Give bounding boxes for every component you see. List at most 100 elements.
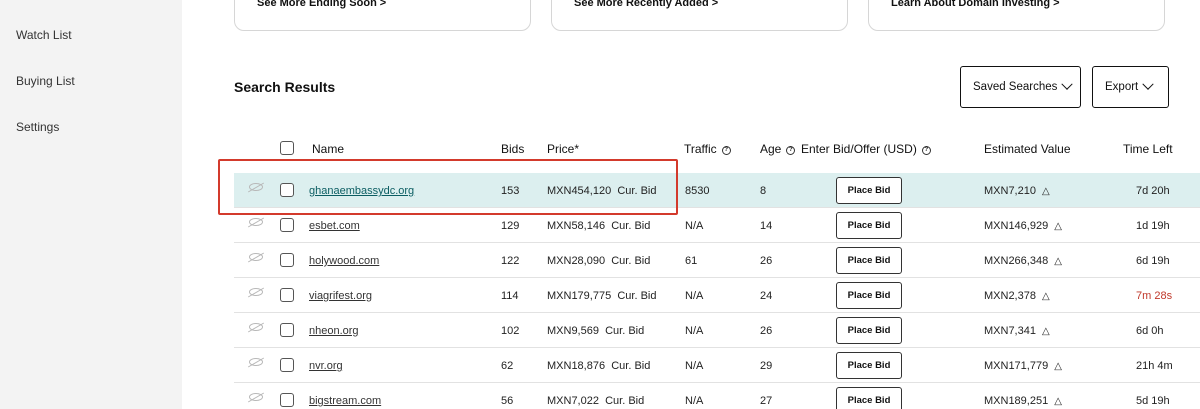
warning-icon[interactable]: △ [1042, 186, 1050, 197]
hide-eye-icon[interactable] [249, 393, 263, 401]
traffic-value: N/A [685, 220, 704, 232]
info-icon[interactable]: ? [921, 146, 931, 155]
sidebar-item-buying-list[interactable]: Buying List [16, 74, 75, 88]
domain-investing-card: Learn About Domain Investing > [868, 0, 1165, 31]
place-bid-button[interactable]: Place Bid [836, 247, 902, 274]
column-header-estimated-value[interactable]: Estimated Value [984, 142, 1071, 156]
row-checkbox[interactable] [280, 218, 294, 232]
domain-name-link[interactable]: esbet.com [309, 220, 360, 232]
warning-icon[interactable]: △ [1042, 326, 1050, 337]
bids-count: 129 [501, 220, 520, 232]
column-header-bids[interactable]: Bids [501, 142, 524, 156]
warning-icon[interactable]: △ [1054, 256, 1062, 267]
estimated-value: MXN146,929 △ [984, 220, 1062, 232]
price-value: MXN18,876 Cur. Bid [547, 360, 651, 372]
column-header-age[interactable]: Age? [760, 142, 796, 156]
sidebar-item-watch-list[interactable]: Watch List [16, 28, 72, 42]
row-checkbox[interactable] [280, 288, 294, 302]
bids-count: 102 [501, 325, 520, 337]
place-bid-button[interactable]: Place Bid [836, 177, 902, 204]
bids-count: 122 [501, 255, 520, 267]
warning-icon[interactable]: △ [1054, 361, 1062, 372]
time-left-value: 21h 4m [1136, 360, 1173, 372]
traffic-value: 61 [685, 255, 698, 267]
warning-icon[interactable]: △ [1042, 291, 1050, 302]
time-left-value: 6d 0h [1136, 325, 1164, 337]
hide-eye-icon[interactable] [249, 218, 263, 226]
estimated-value: MXN171,779 △ [984, 360, 1062, 372]
age-value: 8 [760, 185, 767, 197]
place-bid-button[interactable]: Place Bid [836, 352, 902, 379]
place-bid-button[interactable]: Place Bid [836, 282, 902, 309]
column-header-price[interactable]: Price* [547, 142, 579, 156]
domain-name-link[interactable]: holywood.com [309, 255, 379, 267]
select-all-checkbox[interactable] [280, 141, 294, 155]
see-more-recently-added-link[interactable]: See More Recently Added > [574, 0, 718, 9]
saved-searches-label: Saved Searches [973, 81, 1058, 93]
age-value: 26 [760, 325, 773, 337]
age-value: 24 [760, 290, 773, 302]
export-dropdown[interactable]: Export [1092, 66, 1169, 108]
column-header-enter-bid: Enter Bid/Offer (USD)? [801, 142, 931, 156]
price-value: MXN58,146 Cur. Bid [547, 220, 651, 232]
age-value: 14 [760, 220, 773, 232]
domain-name-link[interactable]: bigstream.com [309, 395, 381, 407]
traffic-value: N/A [685, 325, 704, 337]
column-header-time-left[interactable]: Time Left [1123, 142, 1173, 156]
table-row: nvr.org 62 MXN18,876 Cur. Bid N/A 29 Place Bi… [234, 348, 1200, 383]
estimated-value: MXN7,210 △ [984, 185, 1050, 197]
time-left-value: 7d 20h [1136, 185, 1170, 197]
domain-name-link[interactable]: nvr.org [309, 360, 343, 372]
hide-eye-icon[interactable] [249, 253, 263, 261]
search-results-title: Search Results [234, 79, 336, 95]
price-value: MXN7,022 Cur. Bid [547, 395, 645, 407]
hide-eye-icon[interactable] [249, 323, 263, 331]
table-row: viagrifest.org 114 MXN179,775 Cur. Bid N/A 2… [234, 278, 1200, 313]
recently-added-card: See More Recently Added > [551, 0, 848, 31]
place-bid-button[interactable]: Place Bid [836, 212, 902, 239]
domain-name-link[interactable]: nheon.org [309, 325, 359, 337]
ending-soon-card: See More Ending Soon > [234, 0, 531, 31]
domain-name-link[interactable]: viagrifest.org [309, 290, 372, 302]
row-checkbox[interactable] [280, 253, 294, 267]
traffic-value: N/A [685, 360, 704, 372]
sidebar: Watch List Buying List Settings [0, 0, 182, 409]
row-checkbox[interactable] [280, 358, 294, 372]
table-row: bigstream.com 56 MXN7,022 Cur. Bid N/A 27 Pla… [234, 383, 1200, 409]
export-label: Export [1105, 81, 1139, 93]
age-value: 29 [760, 360, 773, 372]
warning-icon[interactable]: △ [1054, 396, 1062, 407]
hide-eye-icon[interactable] [249, 358, 263, 366]
estimated-value: MXN7,341 △ [984, 325, 1050, 337]
estimated-value: MXN2,378 △ [984, 290, 1050, 302]
row-checkbox[interactable] [280, 393, 294, 407]
info-icon[interactable]: ? [786, 146, 796, 155]
see-more-ending-soon-link[interactable]: See More Ending Soon > [257, 0, 386, 9]
warning-icon[interactable]: △ [1054, 221, 1062, 232]
annotation-highlight-box [218, 159, 678, 215]
chevron-down-icon [1142, 78, 1154, 90]
time-left-value: 5d 19h [1136, 395, 1170, 407]
table-row: nheon.org 102 MXN9,569 Cur. Bid N/A 26 Place … [234, 313, 1200, 348]
row-checkbox[interactable] [280, 323, 294, 337]
price-value: MXN28,090 Cur. Bid [547, 255, 651, 267]
place-bid-button[interactable]: Place Bid [836, 317, 902, 344]
column-header-name[interactable]: Name [312, 142, 344, 156]
time-left-value: 1d 19h [1136, 220, 1170, 232]
chevron-down-icon [1061, 78, 1074, 90]
place-bid-button[interactable]: Place Bid [836, 387, 902, 409]
estimated-value: MXN189,251 △ [984, 395, 1062, 407]
price-value: MXN179,775 Cur. Bid [547, 290, 657, 302]
saved-searches-dropdown[interactable]: Saved Searches [960, 66, 1081, 108]
traffic-value: N/A [685, 395, 704, 407]
estimated-value: MXN266,348 △ [984, 255, 1062, 267]
hide-eye-icon[interactable] [249, 288, 263, 296]
learn-domain-investing-link[interactable]: Learn About Domain Investing > [891, 0, 1060, 9]
sidebar-item-settings[interactable]: Settings [16, 120, 59, 134]
bids-count: 62 [501, 360, 514, 372]
column-header-traffic[interactable]: Traffic? [684, 142, 731, 156]
table-row: holywood.com 122 MXN28,090 Cur. Bid 61 26 Pla… [234, 243, 1200, 278]
info-icon[interactable]: ? [721, 146, 731, 155]
traffic-value: N/A [685, 290, 704, 302]
traffic-value: 8530 [685, 185, 710, 197]
